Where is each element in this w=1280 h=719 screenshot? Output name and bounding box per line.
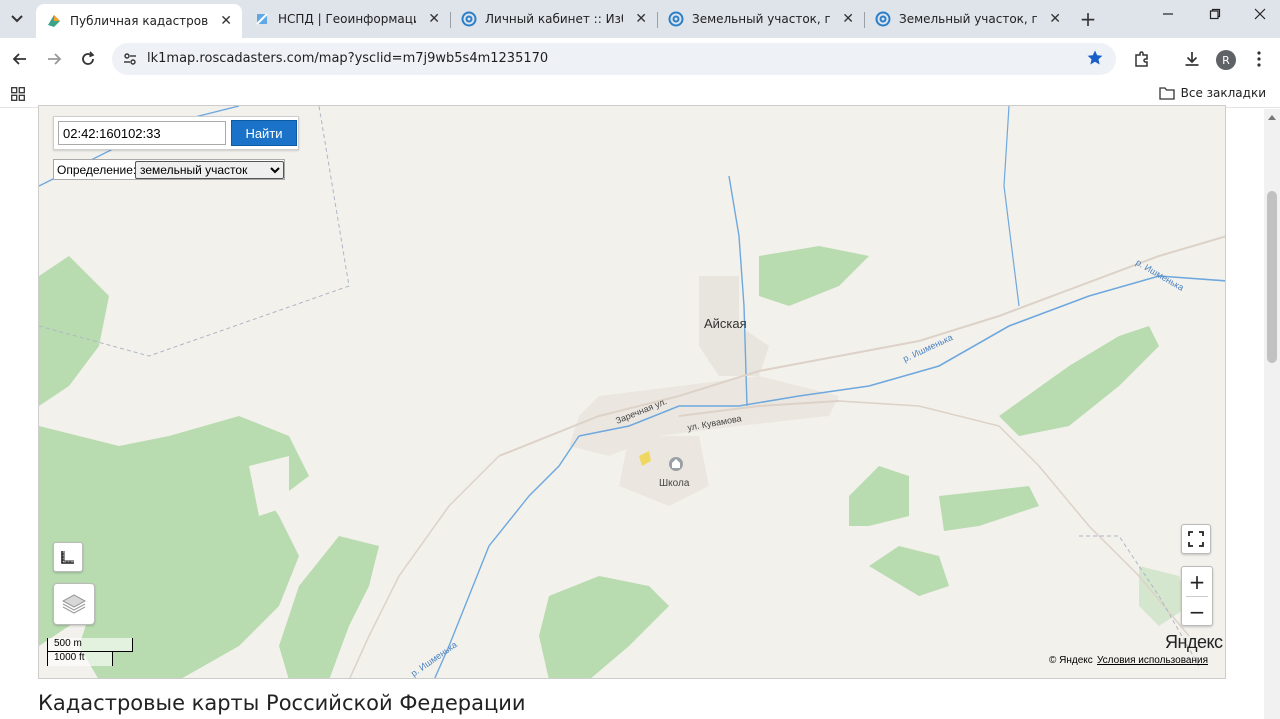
site-info-icon[interactable]: [122, 51, 138, 71]
close-icon[interactable]: ✕: [1049, 11, 1061, 27]
back-button[interactable]: [9, 48, 31, 70]
cadastral-number-input[interactable]: [58, 121, 226, 145]
scroll-thumb[interactable]: [1267, 191, 1277, 363]
scroll-up-arrow[interactable]: [1268, 115, 1276, 120]
minimize-button[interactable]: [1158, 8, 1178, 24]
restore-button[interactable]: [1205, 8, 1225, 24]
tab-bar: Публичная кадастровая карта ✕ НСПД | Гео…: [0, 0, 1280, 38]
minimize-icon: [1163, 13, 1173, 15]
map-label-school: Школа: [659, 478, 690, 489]
bookmarks-bar: Все закладки: [0, 80, 1280, 108]
tab-label: Земельный участок, площадь: [899, 12, 1037, 26]
downloads-button[interactable]: [1181, 48, 1203, 70]
yandex-logo[interactable]: Яндекс: [1165, 632, 1223, 653]
reload-icon: [82, 51, 95, 65]
apps-grid-icon[interactable]: [11, 86, 25, 105]
zoom-out-button[interactable]: −: [1182, 597, 1212, 626]
scale-metric: 500 m: [47, 638, 133, 652]
map-copyright: © Яндекс: [1049, 655, 1093, 666]
page-title: Кадастровые карты Российской Федерации: [38, 691, 526, 715]
tab-label: Личный кабинет :: Избранное: [485, 12, 623, 26]
zoom-control: + −: [1181, 566, 1213, 626]
more-vertical-icon: [1257, 51, 1261, 67]
search-button[interactable]: Найти: [231, 120, 297, 146]
terms-of-use-link[interactable]: Условия использования: [1097, 655, 1208, 666]
nspd-favicon-icon: [254, 11, 270, 27]
close-icon[interactable]: ✕: [842, 11, 854, 27]
close-icon: [1254, 8, 1266, 20]
layers-button[interactable]: [53, 583, 95, 625]
url-text[interactable]: lk1map.roscadasters.com/map?ysclid=m7j9w…: [147, 51, 548, 66]
bookmark-star-icon[interactable]: [1086, 49, 1104, 71]
new-tab-button[interactable]: +: [1078, 8, 1098, 30]
close-icon[interactable]: ✕: [220, 13, 232, 29]
tab-label: Земельный участок, площадь: [692, 12, 830, 26]
scale-imperial: 1000 ft: [47, 652, 113, 666]
tab-land-plot-2[interactable]: Земельный участок, площадь ✕: [865, 4, 1071, 34]
page-viewport: Айская Заречная ул. ул. Кувамова Школа р…: [0, 105, 1280, 719]
zoom-in-button[interactable]: +: [1182, 567, 1212, 596]
restore-icon: [1209, 8, 1221, 20]
arrow-right-icon: [48, 53, 62, 65]
forward-button[interactable]: [43, 48, 65, 70]
extensions-button[interactable]: [1131, 48, 1153, 70]
ruler-icon: [61, 551, 74, 564]
close-icon[interactable]: ✕: [428, 11, 440, 27]
arrow-left-icon: [12, 53, 26, 65]
page-scrollbar[interactable]: [1264, 109, 1280, 719]
cadastral-search-panel: Найти: [53, 116, 299, 150]
tab-search-button[interactable]: [4, 7, 30, 31]
tab-personal-cabinet[interactable]: Личный кабинет :: Избранное ✕: [451, 4, 657, 34]
reload-button[interactable]: [77, 48, 99, 70]
map-tiles: [39, 106, 1225, 678]
tab-cadastral-map[interactable]: Публичная кадастровая карта ✕: [36, 4, 242, 38]
folder-icon: [1158, 87, 1175, 100]
definition-panel: Определение: земельный участок: [53, 159, 285, 180]
map-label-village: Айская: [704, 316, 747, 331]
tab-nspd[interactable]: НСПД | Геоинформационная ✕: [244, 4, 450, 34]
definition-label: Определение:: [57, 163, 137, 177]
fullscreen-button[interactable]: [1181, 524, 1211, 554]
browser-toolbar: lk1map.roscadasters.com/map?ysclid=m7j9w…: [0, 38, 1280, 80]
ruler-button[interactable]: [53, 542, 83, 572]
cadastral-favicon-icon: [46, 13, 62, 29]
definition-select[interactable]: земельный участок: [135, 161, 284, 179]
tab-label: Публичная кадастровая карта: [70, 14, 208, 28]
all-bookmarks-button[interactable]: Все закладки: [1158, 86, 1266, 100]
layers-icon: [61, 594, 87, 614]
browser-menu-button[interactable]: [1248, 48, 1270, 70]
chevron-down-icon: [11, 15, 23, 23]
close-window-button[interactable]: [1250, 8, 1270, 24]
spiral-favicon-icon: [668, 11, 684, 27]
address-bar[interactable]: lk1map.roscadasters.com/map?ysclid=m7j9w…: [112, 43, 1116, 75]
close-icon[interactable]: ✕: [635, 11, 647, 27]
spiral-favicon-icon: [875, 11, 891, 27]
spiral-favicon-icon: [461, 11, 477, 27]
puzzle-icon: [1135, 51, 1148, 67]
cadastral-map[interactable]: Айская Заречная ул. ул. Кувамова Школа р…: [38, 105, 1226, 679]
tab-land-plot-1[interactable]: Земельный участок, площадь ✕: [658, 4, 864, 34]
fullscreen-icon: [1188, 531, 1204, 547]
profile-avatar[interactable]: R: [1216, 50, 1236, 70]
tab-label: НСПД | Геоинформационная: [278, 12, 416, 26]
download-icon: [1185, 52, 1199, 66]
all-bookmarks-label: Все закладки: [1180, 86, 1266, 100]
